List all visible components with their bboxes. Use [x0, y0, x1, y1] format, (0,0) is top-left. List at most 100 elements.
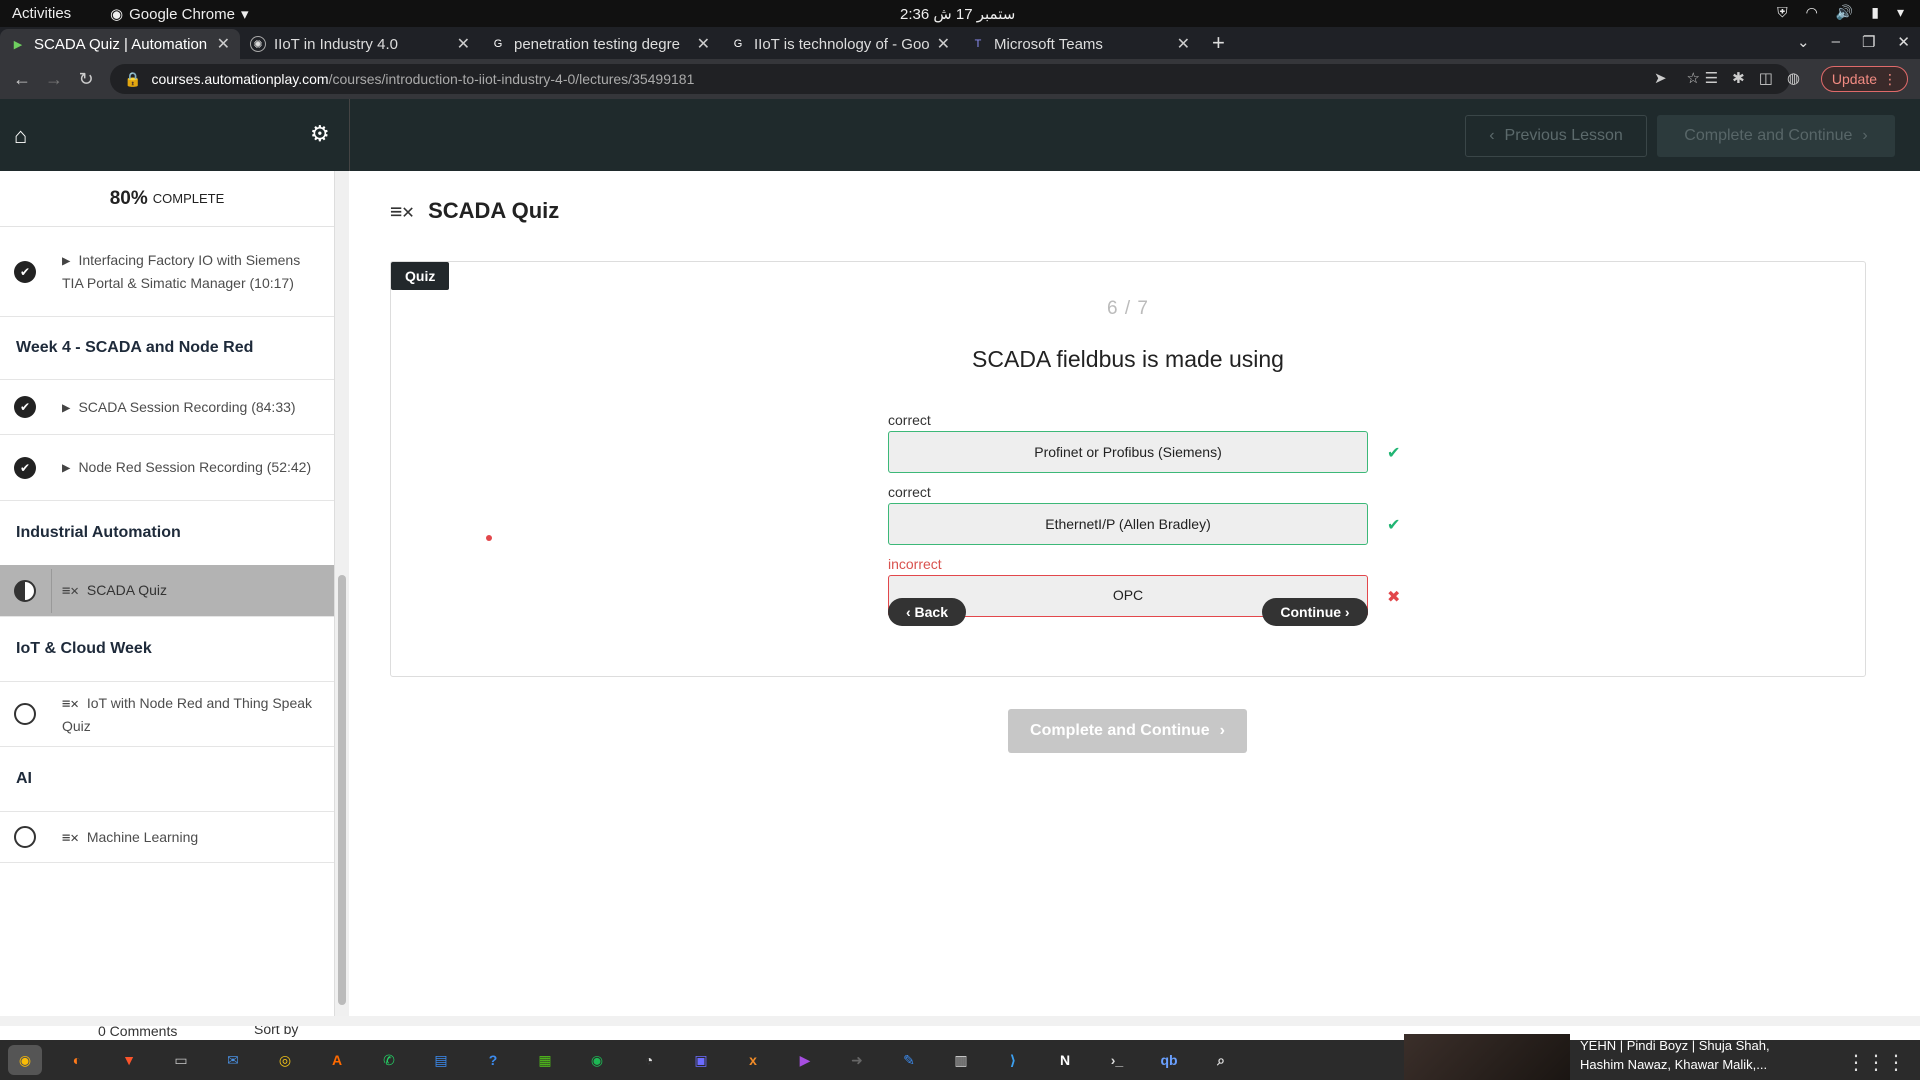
close-icon[interactable]: ✕	[697, 34, 710, 54]
terminal-dock-icon[interactable]: ›_	[1100, 1045, 1134, 1075]
lesson-machine-learning[interactable]: ≡✕ Machine Learning	[0, 811, 334, 863]
clock[interactable]: 2:36 ستمبر 17 ش	[900, 5, 1015, 23]
tab-microsoft-teams[interactable]: T Microsoft Teams ✕	[960, 29, 1200, 59]
tab-penetration-testing[interactable]: G penetration testing degre ✕	[480, 29, 720, 59]
complete-continue-header-button[interactable]: Complete and Continue ›	[1657, 115, 1895, 157]
back-button[interactable]: ‹ Back	[888, 598, 966, 626]
lesson-label-wrap: ≡✕ Machine Learning	[62, 826, 198, 849]
screenshot-dock-icon[interactable]: ▣	[684, 1045, 718, 1075]
tab-iiot-industry[interactable]: ✺ IIoT in Industry 4.0 ✕	[240, 29, 480, 59]
lesson-scada-session[interactable]: ✔ ▶ SCADA Session Recording (84:33)	[0, 379, 334, 435]
database-extension-icon[interactable]: ☰	[1705, 69, 1718, 87]
page-horizontal-scrollbar[interactable]	[0, 1016, 1920, 1026]
complete-continue-label: Complete and Continue	[1030, 722, 1210, 739]
vscode-dock-icon[interactable]: ⟩	[996, 1045, 1030, 1075]
minimize-icon[interactable]: –	[1832, 33, 1840, 51]
reload-icon[interactable]: ↻	[70, 69, 102, 90]
close-window-icon[interactable]: ✕	[1897, 33, 1910, 51]
thunderbird-dock-icon[interactable]: ✉	[216, 1045, 250, 1075]
rhythmbox-dock-icon[interactable]: ◎	[268, 1045, 302, 1075]
notion-dock-icon[interactable]: N	[1048, 1045, 1082, 1075]
close-icon[interactable]: ✕	[937, 34, 950, 54]
calculator-dock-icon[interactable]: x	[736, 1045, 770, 1075]
whatsapp-dock-icon[interactable]: ✆	[372, 1045, 406, 1075]
app-menu[interactable]: ◉ Google Chrome ▾	[110, 5, 249, 24]
tab-iiot-technology[interactable]: G IIoT is technology of - Goo ✕	[720, 29, 960, 59]
maximize-icon[interactable]: ❐	[1862, 33, 1875, 51]
quiz-icon: ≡✕	[62, 583, 79, 599]
help-dock-icon[interactable]: ?	[476, 1045, 510, 1075]
browser-toolbar: ← → ↻ 🔒 courses.automationplay.com/cours…	[0, 59, 1920, 99]
completed-check-icon: ✔	[14, 260, 36, 283]
software-center-dock-icon[interactable]: A	[320, 1045, 354, 1075]
lesson-iot-nodered-quiz[interactable]: ≡✕ IoT with Node Red and Thing Speak Quiz	[0, 681, 334, 747]
address-bar[interactable]: 🔒 courses.automationplay.com/courses/int…	[110, 64, 1790, 94]
app-name: Google Chrome	[129, 5, 235, 23]
terminal-game-dock-icon[interactable]: ▦	[528, 1045, 562, 1075]
continue-button[interactable]: Continue ›	[1262, 598, 1368, 626]
tab-title: IIoT is technology of - Goo	[754, 35, 929, 53]
scrollbar-thumb[interactable]	[338, 575, 346, 1005]
answer-option[interactable]: EthernetI/P (Allen Bradley)	[888, 503, 1368, 545]
lesson-nodered-session[interactable]: ✔ ▶ Node Red Session Recording (52:42)	[0, 435, 334, 501]
tab-title: SCADA Quiz | Automation	[34, 35, 208, 53]
close-icon[interactable]: ✕	[457, 34, 470, 54]
question-counter: 6 / 7	[1107, 298, 1149, 319]
lesson-label-wrap: ▶ SCADA Session Recording (84:33)	[62, 396, 296, 419]
caret-down-icon: ▾	[240, 6, 249, 23]
back-arrow-icon[interactable]: ←	[6, 69, 38, 90]
send-icon[interactable]: ➤	[1654, 69, 1667, 87]
complete-continue-button[interactable]: Complete and Continue ›	[1008, 709, 1247, 753]
firefox-dock-icon[interactable]: ◐	[60, 1045, 94, 1075]
files-dock-icon[interactable]: ▭	[164, 1045, 198, 1075]
puzzle-extensions-icon[interactable]: ✱	[1732, 69, 1745, 87]
profile-icon[interactable]: ◍	[1787, 69, 1800, 87]
lesson-scada-quiz[interactable]: ≡✕ SCADA Quiz	[0, 565, 334, 617]
text-editor-dock-icon[interactable]: ✎	[892, 1045, 926, 1075]
activities-button[interactable]: Activities	[12, 5, 71, 22]
lesson-label: Interfacing Factory IO with Siemens TIA …	[62, 252, 301, 291]
document-viewer-dock-icon[interactable]: ▤	[424, 1045, 458, 1075]
media-track-title[interactable]: YEHN | Pindi Boyz | Shuja Shah, Hashim N…	[1580, 1036, 1800, 1074]
section-iot-cloud: IoT & Cloud Week	[16, 640, 152, 657]
previous-lesson-button[interactable]: ‹ Previous Lesson	[1465, 115, 1647, 157]
close-icon[interactable]: ✕	[1177, 34, 1190, 54]
steam-dock-icon[interactable]: ◔	[632, 1045, 666, 1075]
bookmark-star-icon[interactable]: ☆	[1687, 69, 1700, 87]
lock-icon[interactable]: 🔒	[124, 71, 141, 88]
system-tray[interactable]: ⛨ ◠ 🔊 ▮ ▾	[1777, 4, 1904, 21]
lesson-label: SCADA Quiz	[86, 582, 167, 598]
brave-dock-icon[interactable]: ▼	[112, 1045, 146, 1075]
media-thumbnail[interactable]	[1404, 1034, 1570, 1080]
home-icon[interactable]: ⌂	[14, 123, 27, 149]
google-favicon-icon: G	[733, 38, 743, 50]
forward-arrow-icon[interactable]: →	[38, 69, 70, 90]
gear-icon[interactable]: ⚙	[310, 121, 330, 147]
course-header: ⌂ ⚙ ‹ Previous Lesson Complete and Conti…	[0, 99, 1920, 171]
update-button[interactable]: Update ⋮	[1820, 66, 1908, 92]
arrow-app-dock-icon[interactable]: ➜	[840, 1045, 874, 1075]
video-player-dock-icon[interactable]: ▶	[788, 1045, 822, 1075]
qbittorrent-dock-icon[interactable]: qb	[1152, 1045, 1186, 1075]
lesson-label: SCADA Session Recording (84:33)	[78, 398, 296, 415]
system-top-bar: Activities ◉ Google Chrome ▾ 2:36 ستمبر …	[0, 0, 1920, 27]
sort-by-label[interactable]: Sort by	[254, 1026, 298, 1037]
app-grid-icon[interactable]: ⋮⋮⋮	[1846, 1050, 1906, 1075]
completed-check-icon: ✔	[14, 396, 36, 418]
close-icon[interactable]: ✕	[217, 34, 230, 54]
tab-search-icon[interactable]: ⌄	[1797, 33, 1810, 51]
wifi-icon: ◠	[1805, 4, 1818, 20]
not-started-icon	[14, 703, 36, 725]
tab-scada-quiz[interactable]: ▶ SCADA Quiz | Automation ✕	[0, 29, 240, 59]
sidebar-scrollbar[interactable]	[335, 171, 349, 1016]
chrome-dock-icon[interactable]: ◉	[8, 1045, 42, 1075]
volume-icon: 🔊	[1835, 4, 1854, 20]
search-dock-icon[interactable]: ⌕	[1204, 1045, 1238, 1075]
new-tab-icon[interactable]: +	[1200, 30, 1237, 56]
side-panel-icon[interactable]: ◫	[1759, 69, 1773, 87]
answer-option[interactable]: Profinet or Profibus (Siemens)	[888, 431, 1368, 473]
video-icon: ▶	[62, 399, 71, 416]
lesson-interfacing-factory-io[interactable]: ✔ ▶ Interfacing Factory IO with Siemens T…	[0, 227, 334, 317]
spotify-dock-icon[interactable]: ◉	[580, 1045, 614, 1075]
archive-dock-icon[interactable]: ▥	[944, 1045, 978, 1075]
